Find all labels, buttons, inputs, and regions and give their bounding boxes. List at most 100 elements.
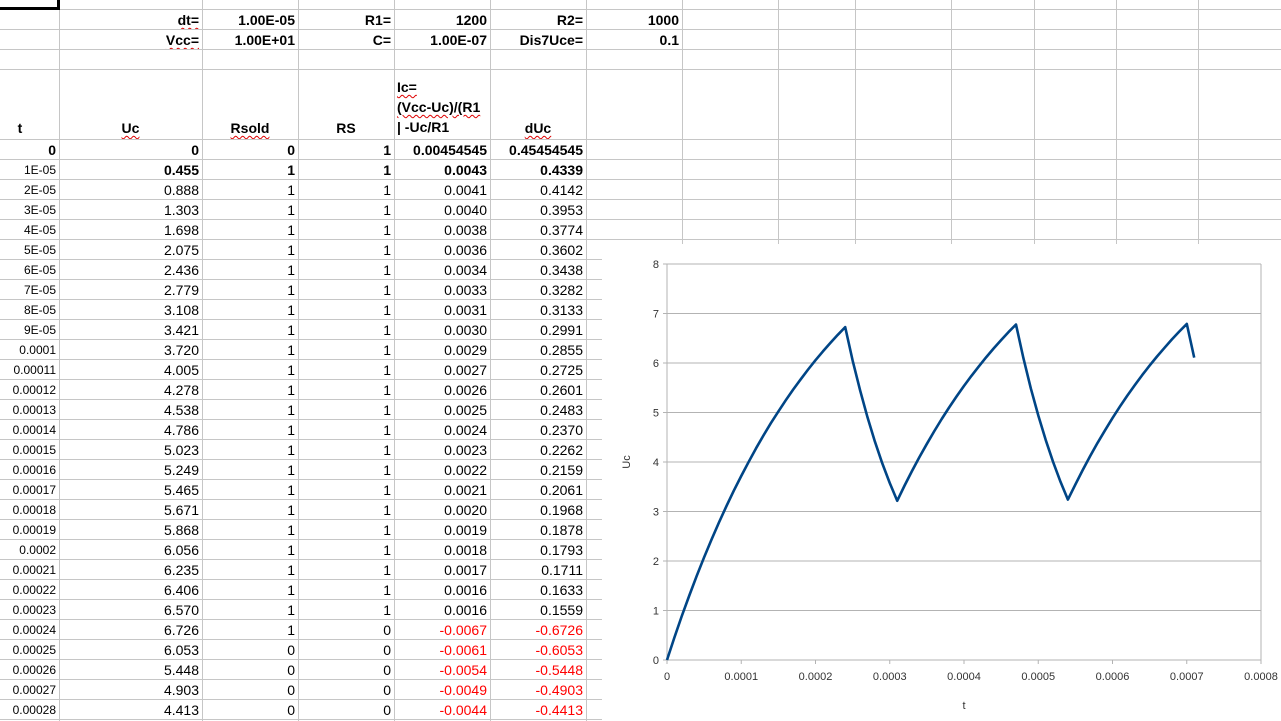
cell-t[interactable]: 0 <box>0 139 59 159</box>
cell-ic[interactable]: -0.0054 <box>394 659 490 679</box>
cell-uc[interactable]: 5.023 <box>59 439 202 459</box>
cell-rsold[interactable]: 1 <box>202 479 298 499</box>
cell-duc[interactable]: 0.1711 <box>490 559 586 579</box>
cell-rsold[interactable]: 0 <box>202 699 298 719</box>
cell-duc[interactable]: -0.6053 <box>490 639 586 659</box>
cell-duc[interactable]: 0.3774 <box>490 219 586 239</box>
cell-rsold[interactable]: 1 <box>202 379 298 399</box>
cell-duc[interactable]: -0.4413 <box>490 699 586 719</box>
cell-rs[interactable]: 1 <box>298 279 394 299</box>
cell-duc[interactable]: 0.2483 <box>490 399 586 419</box>
cell-uc[interactable]: 1.698 <box>59 219 202 239</box>
c-label[interactable]: C= <box>298 29 394 49</box>
cell-ic[interactable]: 0.0026 <box>394 379 490 399</box>
cell-ic[interactable]: 0.0020 <box>394 499 490 519</box>
cell-t[interactable]: 1E-05 <box>0 159 59 179</box>
cell-rs[interactable]: 1 <box>298 319 394 339</box>
cell-ic[interactable]: 0.0034 <box>394 259 490 279</box>
r2-label[interactable]: R2= <box>490 9 586 29</box>
header-uc[interactable]: Uc <box>59 69 202 139</box>
cell-t[interactable]: 0.00011 <box>0 359 59 379</box>
cell-rsold[interactable]: 1 <box>202 239 298 259</box>
dis-value[interactable]: 0.1 <box>586 29 682 49</box>
cell-uc[interactable]: 6.406 <box>59 579 202 599</box>
cell-t[interactable]: 0.00015 <box>0 439 59 459</box>
cell-t[interactable]: 3E-05 <box>0 199 59 219</box>
dt-label[interactable]: dt= <box>59 9 202 29</box>
cell-rs[interactable]: 1 <box>298 159 394 179</box>
uc-chart[interactable]: 0 1 2 3 4 5 6 7 8 0 0.0001 0.0002 0.0003 0.0004 0.0005… <box>602 244 1281 721</box>
cell-rs[interactable]: 1 <box>298 459 394 479</box>
cell-duc[interactable]: 0.45454545 <box>490 139 586 159</box>
cell-t[interactable]: 0.00022 <box>0 579 59 599</box>
cell-uc[interactable]: 4.786 <box>59 419 202 439</box>
cell-ic[interactable]: 0.0022 <box>394 459 490 479</box>
cell-uc[interactable]: 6.726 <box>59 619 202 639</box>
cell-t[interactable]: 0.00027 <box>0 679 59 699</box>
cell-duc[interactable]: 0.1633 <box>490 579 586 599</box>
cell-ic[interactable]: 0.0027 <box>394 359 490 379</box>
cell-rs[interactable]: 1 <box>298 199 394 219</box>
cell-rsold[interactable]: 1 <box>202 439 298 459</box>
cell-t[interactable]: 0.00012 <box>0 379 59 399</box>
cell-t[interactable]: 0.00016 <box>0 459 59 479</box>
cell-rs[interactable]: 0 <box>298 679 394 699</box>
dis-label[interactable]: Dis7Uce= <box>490 29 586 49</box>
cell-uc[interactable]: 4.413 <box>59 699 202 719</box>
cell-rs[interactable]: 0 <box>298 619 394 639</box>
cell-uc[interactable]: 6.056 <box>59 539 202 559</box>
cell-rs[interactable]: 1 <box>298 379 394 399</box>
cell-duc[interactable]: 0.1968 <box>490 499 586 519</box>
cell-t[interactable]: 0.00013 <box>0 399 59 419</box>
cell-rsold[interactable]: 1 <box>202 399 298 419</box>
cell-t[interactable]: 0.00019 <box>0 519 59 539</box>
cell-t[interactable]: 0.00024 <box>0 619 59 639</box>
cell-rs[interactable]: 1 <box>298 579 394 599</box>
cell-ic[interactable]: 0.0043 <box>394 159 490 179</box>
cell-ic[interactable]: 0.0025 <box>394 399 490 419</box>
r2-value[interactable]: 1000 <box>586 9 682 29</box>
cell-rs[interactable]: 1 <box>298 359 394 379</box>
cell-ic[interactable]: 0.0021 <box>394 479 490 499</box>
cell-ic[interactable]: 0.0019 <box>394 519 490 539</box>
cell-t[interactable]: 6E-05 <box>0 259 59 279</box>
cell-rsold[interactable]: 1 <box>202 579 298 599</box>
cell-ic[interactable]: -0.0049 <box>394 679 490 699</box>
cell-uc[interactable]: 5.465 <box>59 479 202 499</box>
cell-ic[interactable]: 0.0018 <box>394 539 490 559</box>
r1-label[interactable]: R1= <box>298 9 394 29</box>
cell-cursor[interactable] <box>0 7 59 10</box>
cell-duc[interactable]: 0.2370 <box>490 419 586 439</box>
cell-t[interactable]: 0.00025 <box>0 639 59 659</box>
cell-rs[interactable]: 1 <box>298 539 394 559</box>
cell-uc[interactable]: 4.278 <box>59 379 202 399</box>
cell-rsold[interactable]: 0 <box>202 139 298 159</box>
cell-rsold[interactable]: 1 <box>202 159 298 179</box>
cell-uc[interactable]: 4.903 <box>59 679 202 699</box>
cell-rsold[interactable]: 1 <box>202 419 298 439</box>
cell-rsold[interactable]: 1 <box>202 339 298 359</box>
cell-rs[interactable]: 1 <box>298 299 394 319</box>
cell-rs[interactable]: 1 <box>298 499 394 519</box>
cell-duc[interactable]: 0.3438 <box>490 259 586 279</box>
cell-uc[interactable]: 6.235 <box>59 559 202 579</box>
cell-duc[interactable]: -0.6726 <box>490 619 586 639</box>
cell-duc[interactable]: 0.1793 <box>490 539 586 559</box>
cell-t[interactable]: 0.0002 <box>0 539 59 559</box>
cell-duc[interactable]: 0.2725 <box>490 359 586 379</box>
cell-ic[interactable]: 0.0023 <box>394 439 490 459</box>
cell-rs[interactable]: 1 <box>298 139 394 159</box>
cell-ic[interactable]: 0.0036 <box>394 239 490 259</box>
cell-uc[interactable]: 5.249 <box>59 459 202 479</box>
cell-t[interactable]: 5E-05 <box>0 239 59 259</box>
cell-rsold[interactable]: 1 <box>202 619 298 639</box>
cell-ic[interactable]: 0.0029 <box>394 339 490 359</box>
cell-uc[interactable]: 6.570 <box>59 599 202 619</box>
cell-rs[interactable]: 1 <box>298 559 394 579</box>
header-rsold[interactable]: Rsold <box>202 69 298 139</box>
cell-ic[interactable]: 0.00454545 <box>394 139 490 159</box>
cell-duc[interactable]: 0.3282 <box>490 279 586 299</box>
cell-t[interactable]: 4E-05 <box>0 219 59 239</box>
cell-duc[interactable]: 0.2262 <box>490 439 586 459</box>
cell-ic[interactable]: 0.0038 <box>394 219 490 239</box>
